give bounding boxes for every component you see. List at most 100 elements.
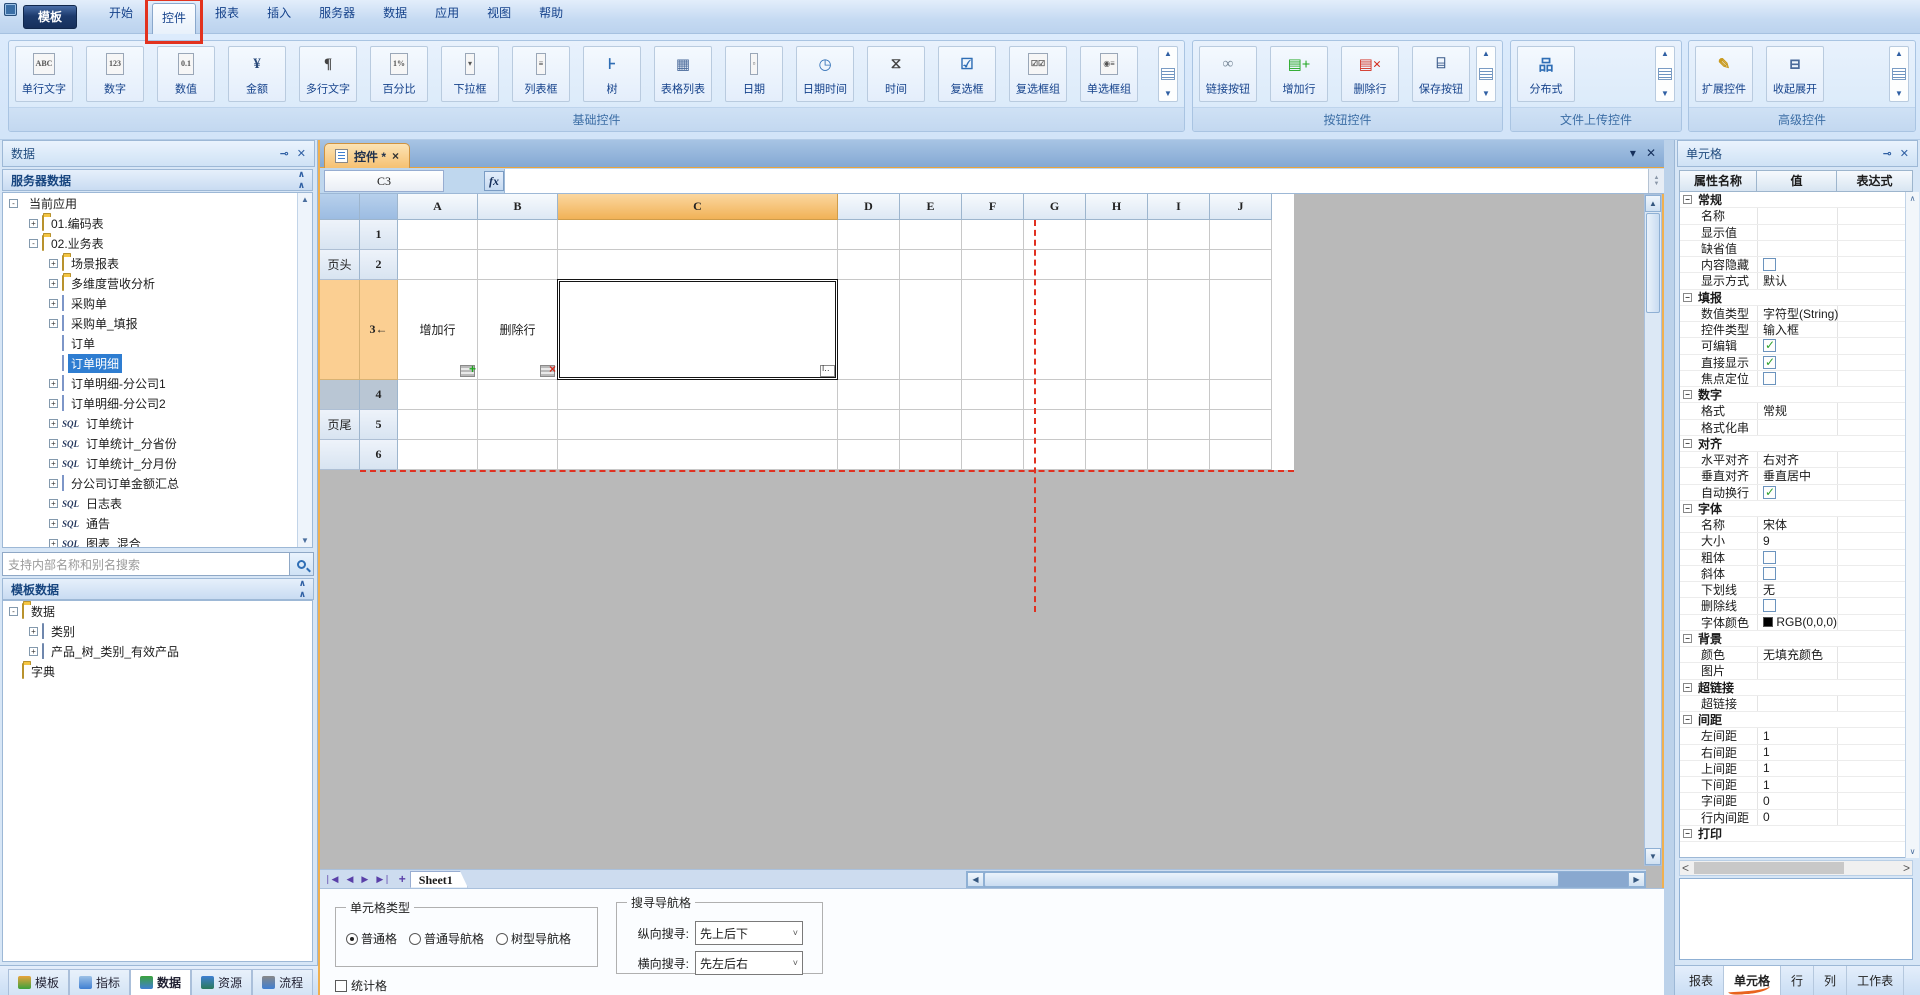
row-header-4[interactable]: 4 <box>360 380 398 410</box>
cell-C2[interactable] <box>558 250 838 280</box>
cell-A6[interactable] <box>398 440 478 470</box>
cell-B4[interactable] <box>478 380 558 410</box>
property-value[interactable] <box>1758 241 1838 256</box>
collapse-icon[interactable]: − <box>1683 195 1692 204</box>
props-tab-单元格[interactable]: 单元格 <box>1724 966 1781 995</box>
menu-item-插入[interactable]: 插入 <box>258 0 300 34</box>
cell-I4[interactable] <box>1148 380 1210 410</box>
cell-E2[interactable] <box>900 250 962 280</box>
scroll-left-icon[interactable]: < <box>1680 861 1691 875</box>
property-value[interactable]: 垂直居中 <box>1758 468 1838 483</box>
checkbox-unchecked-icon[interactable] <box>1763 258 1776 271</box>
property-value[interactable]: 无填充颜色 <box>1758 647 1838 662</box>
menu-item-数据[interactable]: 数据 <box>374 0 416 34</box>
ribbon-button-表格列表[interactable]: ▦表格列表 <box>654 46 712 102</box>
column-header-I[interactable]: I <box>1148 194 1210 220</box>
cell-D3[interactable] <box>838 280 900 380</box>
cell-I2[interactable] <box>1148 250 1210 280</box>
ribbon-button-单行文字[interactable]: ABC单行文字 <box>15 46 73 102</box>
list-icon[interactable] <box>1892 68 1906 80</box>
property-row-显示值[interactable]: 显示值 <box>1680 225 1912 241</box>
ribbon-button-百分比[interactable]: 1%百分比 <box>370 46 428 102</box>
server-tree-item-多维度营收分析[interactable]: +多维度营收分析 <box>3 273 312 293</box>
tab-close-icon[interactable]: ✕ <box>1646 146 1656 160</box>
server-tree-item-日志表[interactable]: +SQL日志表 <box>3 493 312 513</box>
sheet-last-icon[interactable]: ▶❘ <box>372 874 394 885</box>
cell-F1[interactable] <box>962 220 1024 250</box>
checkbox-unchecked-icon[interactable] <box>1763 551 1776 564</box>
cell-B5[interactable] <box>478 410 558 440</box>
document-close-icon[interactable]: × <box>392 149 399 163</box>
property-group-间距[interactable]: −间距 <box>1680 712 1912 728</box>
property-row-名称[interactable]: 名称宋体 <box>1680 517 1912 533</box>
ribbon-button-数字[interactable]: 123数字 <box>86 46 144 102</box>
cell-E5[interactable] <box>900 410 962 440</box>
checkbox-unchecked-icon[interactable] <box>1763 599 1776 612</box>
property-row-斜体[interactable]: 斜体 <box>1680 566 1912 582</box>
collapse-chevrons-icon[interactable]: ∧∧ <box>299 578 305 600</box>
property-value[interactable] <box>1758 355 1838 370</box>
property-row-删除线[interactable]: 删除线 <box>1680 598 1912 614</box>
fx-button[interactable]: fx <box>484 171 504 191</box>
server-tree-item-订单统计_分省份[interactable]: +SQL订单统计_分省份 <box>3 433 312 453</box>
scroll-up-icon[interactable]: ▲ <box>1661 50 1669 58</box>
property-value[interactable]: 输入框 <box>1758 322 1838 337</box>
ribbon-button-日期[interactable]: ▫日期 <box>725 46 783 102</box>
expand-icon[interactable]: + <box>49 499 58 508</box>
canvas-hscrollbar[interactable]: ◀ ▶ <box>966 871 1646 888</box>
pin-icon[interactable]: ⊸ <box>280 147 289 160</box>
group-scroll-strip[interactable]: ▲▼ <box>1476 46 1496 102</box>
property-value[interactable] <box>1758 225 1838 240</box>
property-value[interactable] <box>1758 257 1838 272</box>
ribbon-button-收起展开[interactable]: ⊟收起展开 <box>1766 46 1824 102</box>
ribbon-button-多行文字[interactable]: ¶多行文字 <box>299 46 357 102</box>
cell-B2[interactable] <box>478 250 558 280</box>
checkbox-unchecked-icon[interactable] <box>1763 567 1776 580</box>
server-tree-item-订单统计[interactable]: +SQL订单统计 <box>3 413 312 433</box>
grid-corner-cell[interactable] <box>360 194 398 220</box>
ribbon-button-下拉框[interactable]: ▾下拉框 <box>441 46 499 102</box>
column-header-G[interactable]: G <box>1024 194 1086 220</box>
server-tree-item-采购单[interactable]: +采购单 <box>3 293 312 313</box>
ribbon-button-分布式[interactable]: 品分布式 <box>1517 46 1575 102</box>
expand-icon[interactable]: + <box>49 299 58 308</box>
menu-item-帮助[interactable]: 帮助 <box>530 0 572 34</box>
expand-icon[interactable]: + <box>29 647 38 656</box>
props-tab-工作表[interactable]: 工作表 <box>1847 966 1904 995</box>
property-group-数字[interactable]: −数字 <box>1680 387 1912 403</box>
expand-icon[interactable]: + <box>49 279 58 288</box>
property-row-下划线[interactable]: 下划线无 <box>1680 582 1912 598</box>
property-row-自动换行[interactable]: 自动换行 <box>1680 485 1912 501</box>
ribbon-button-金额[interactable]: ¥金额 <box>228 46 286 102</box>
property-value[interactable] <box>1758 663 1838 678</box>
panel-tab-数据[interactable]: 数据 <box>130 969 191 995</box>
ribbon-button-单选框组[interactable]: ◉≡单选框组 <box>1080 46 1138 102</box>
hscroll-thumb[interactable] <box>984 872 1559 887</box>
column-header-C[interactable]: C <box>558 194 838 220</box>
collapse-icon[interactable]: - <box>9 607 18 616</box>
scroll-up-icon[interactable]: ▲ <box>301 195 309 204</box>
property-row-下间距[interactable]: 下间距1 <box>1680 777 1912 793</box>
cell-B6[interactable] <box>478 440 558 470</box>
scroll-up-icon[interactable]: ▲ <box>1895 50 1903 58</box>
property-value[interactable] <box>1758 550 1838 565</box>
property-row-字体颜色[interactable]: 字体颜色RGB(0,0,0) <box>1680 615 1912 631</box>
property-row-可编辑[interactable]: 可编辑 <box>1680 338 1912 354</box>
server-tree-item-订单明细-分公司2[interactable]: +订单明细-分公司2 <box>3 393 312 413</box>
property-row-右间距[interactable]: 右间距1 <box>1680 745 1912 761</box>
scroll-up-icon[interactable]: ▲ <box>1164 50 1172 58</box>
property-value[interactable] <box>1758 420 1838 435</box>
cell-J4[interactable] <box>1210 380 1272 410</box>
property-row-水平对齐[interactable]: 水平对齐右对齐 <box>1680 452 1912 468</box>
property-value[interactable] <box>1758 696 1838 711</box>
cell-H6[interactable] <box>1086 440 1148 470</box>
radio-普通格[interactable]: 普通格 <box>346 930 397 947</box>
property-row-图片[interactable]: 图片 <box>1680 663 1912 679</box>
row-header-2[interactable]: 2 <box>360 250 398 280</box>
server-tree-item-场景报表[interactable]: +场景报表 <box>3 253 312 273</box>
group-scroll-strip[interactable]: ▲▼ <box>1889 46 1909 102</box>
property-value[interactable]: 右对齐 <box>1758 452 1838 467</box>
cell-H5[interactable] <box>1086 410 1148 440</box>
collapse-icon[interactable]: - <box>9 199 18 208</box>
template-tree-item-产品_树_类别_有效产品[interactable]: +产品_树_类别_有效产品 <box>3 641 312 661</box>
